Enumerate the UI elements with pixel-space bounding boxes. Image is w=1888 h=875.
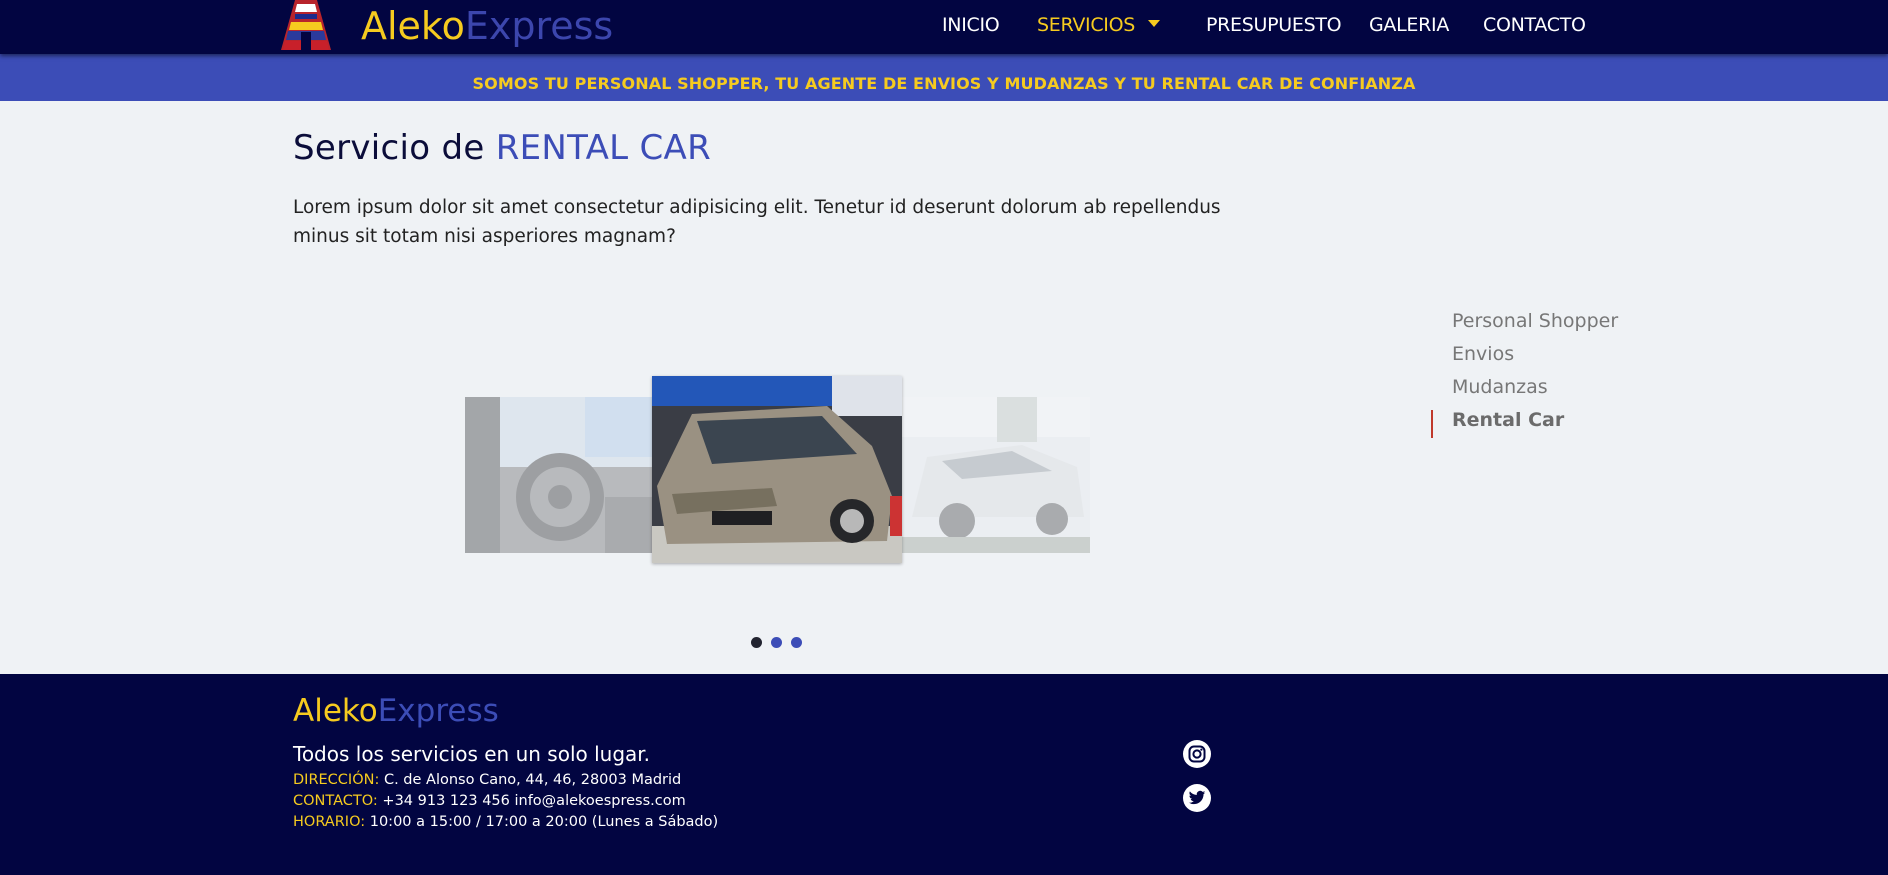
nav-inicio[interactable]: INICIO (942, 12, 1000, 38)
footer-brand: AlekoExpress (293, 692, 499, 730)
title-highlight: RENTAL CAR (495, 128, 712, 168)
brand-part1: Aleko (361, 4, 465, 48)
nav-galeria[interactable]: GALERIA (1369, 12, 1449, 38)
carousel-slide-next[interactable] (902, 397, 1090, 553)
side-item-rental-car[interactable]: Rental Car (1452, 409, 1564, 431)
carousel-dot-2[interactable] (771, 637, 782, 648)
hours-label: HORARIO: (293, 814, 366, 830)
contact-value: +34 913 123 456 info@alekoespress.com (382, 793, 686, 809)
intro-text: Lorem ipsum dolor sit amet consectetur a… (293, 197, 1221, 247)
tagline-banner: SOMOS TU PERSONAL SHOPPER, TU AGENTE DE … (0, 54, 1888, 101)
contact-label: CONTACTO: (293, 793, 378, 809)
navbar: AlekoExpress INICIO SERVICIOS PRESUPUEST… (0, 0, 1888, 54)
nav-presupuesto[interactable]: PRESUPUESTO (1206, 12, 1342, 38)
footer: AlekoExpress Todos los servicios en un s… (0, 674, 1888, 875)
side-item-mudanzas[interactable]: Mudanzas (1452, 376, 1548, 398)
footer-brand-part1: Aleko (293, 693, 378, 729)
address-value: C. de Alonso Cano, 44, 46, 28003 Madrid (383, 772, 682, 788)
carousel-slide-prev[interactable] (465, 397, 653, 553)
footer-contact: CONTACTO: +34 913 123 456 info@alekoespr… (293, 791, 686, 811)
page-title: Servicio de RENTAL CAR (293, 124, 711, 172)
hours-value: 10:00 a 15:00 / 17:00 a 20:00 (Lunes a S… (369, 814, 719, 830)
footer-address: DIRECCIÓN: C. de Alonso Cano, 44, 46, 28… (293, 770, 681, 790)
side-item-personal-shopper[interactable]: Personal Shopper (1452, 310, 1618, 332)
carousel-dot-1[interactable] (751, 637, 762, 648)
logo-icon[interactable] (279, 0, 333, 52)
brand-logo-text[interactable]: AlekoExpress (361, 2, 613, 50)
footer-brand-part2: Express (377, 693, 499, 729)
carousel-slide-active[interactable] (652, 376, 902, 563)
twitter-icon[interactable] (1183, 784, 1211, 812)
nav-contacto[interactable]: CONTACTO (1483, 12, 1586, 38)
carousel-dot-3[interactable] (791, 637, 802, 648)
chevron-down-icon[interactable] (1148, 20, 1160, 27)
address-label: DIRECCIÓN: (293, 772, 380, 788)
footer-hours: HORARIO: 10:00 a 15:00 / 17:00 a 20:00 (… (293, 812, 718, 832)
side-item-envios[interactable]: Envios (1452, 343, 1514, 365)
title-prefix: Servicio de (293, 128, 485, 168)
instagram-icon[interactable] (1183, 740, 1211, 768)
active-marker (1431, 410, 1433, 438)
footer-tagline: Todos los servicios en un solo lugar. (293, 742, 651, 766)
brand-part2: Express (464, 4, 614, 48)
nav-servicios[interactable]: SERVICIOS (1037, 12, 1135, 38)
